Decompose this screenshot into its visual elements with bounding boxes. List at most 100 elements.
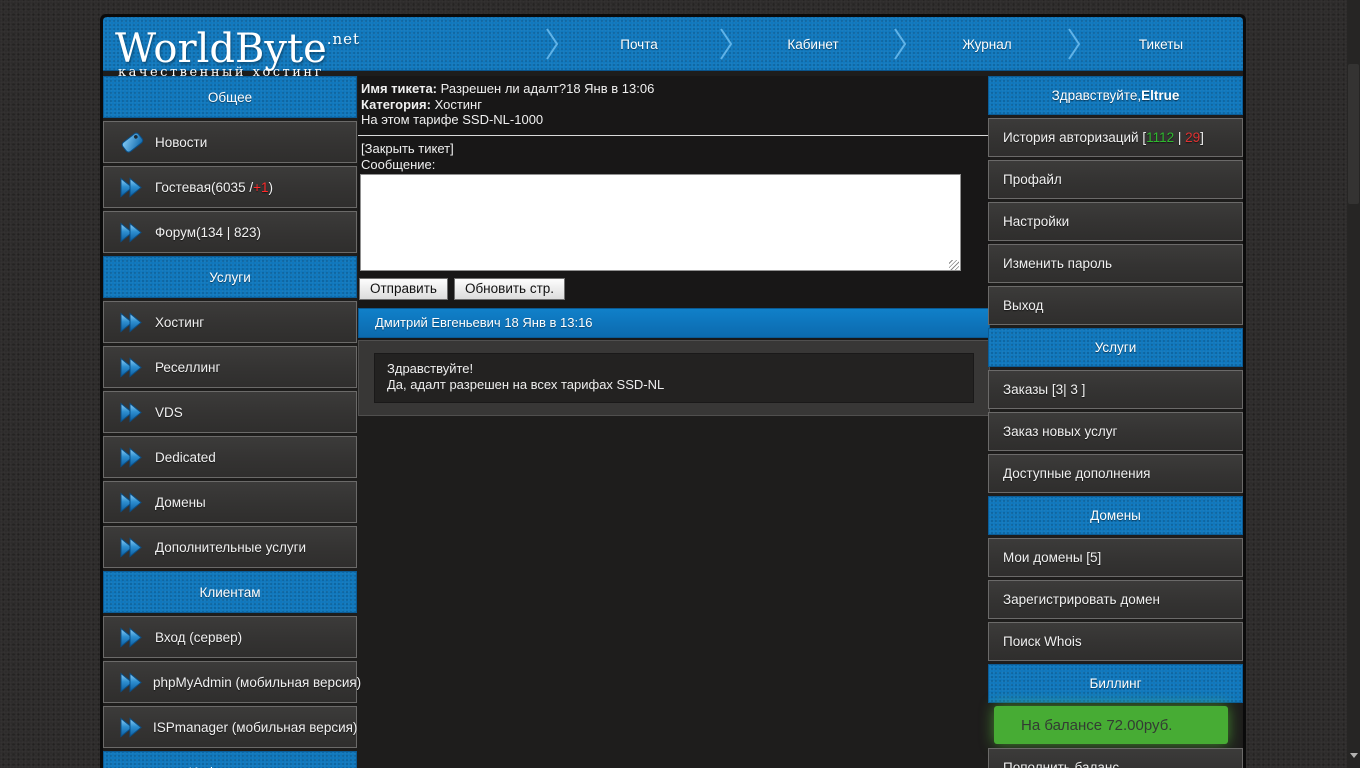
sidebar-item-label: Мои домены [5]	[1003, 550, 1101, 565]
balance-label: На балансе 72.00руб.	[1021, 717, 1172, 734]
section-header-domains: Домены	[988, 496, 1243, 535]
nav-tab-cabinet[interactable]: Кабинет	[733, 17, 893, 71]
label-segment: )	[268, 180, 273, 195]
sidebar-item-addons[interactable]: Доступные дополнения	[988, 454, 1243, 493]
label-segment: ]	[1200, 130, 1204, 145]
sidebar-item-my-domains[interactable]: Мои домены [5]	[988, 538, 1243, 577]
sidebar-item-label: Профайл	[1003, 172, 1062, 187]
sidebar-item-label: Изменить пароль	[1003, 256, 1112, 271]
scrollbar[interactable]	[1347, 0, 1360, 768]
sidebar-item-label: История авторизаций [1112 | 29]	[1003, 130, 1204, 145]
label-segment: phpMyAdmin (мобильная версия)	[153, 675, 361, 690]
fast-forward-icon	[119, 221, 149, 244]
label-segment: Заказ новых услуг	[1003, 424, 1117, 439]
ticket-panel: Имя тикета: Разрешен ли адалт?18 Янв в 1…	[358, 76, 990, 398]
close-ticket-link[interactable]: [Закрыть тикет]	[361, 141, 454, 156]
sidebar-item-label: ISPmanager (мобильная версия)	[153, 720, 357, 735]
sidebar-item-guestbook[interactable]: Гостевая(6035 /+1)	[103, 166, 357, 208]
scrollbar-down-button[interactable]	[1347, 753, 1360, 765]
label-segment: Eltrue	[1141, 88, 1179, 103]
sidebar-item-label: Новости	[155, 135, 207, 150]
label-segment: Профайл	[1003, 172, 1062, 187]
label-segment: Пополнить баланс	[1003, 760, 1119, 768]
sidebar-item-label: Форум(134 | 823)	[155, 225, 261, 240]
label-segment: 29	[1185, 130, 1200, 145]
section-header-label: Биллинг	[1089, 676, 1141, 691]
ticket-note: На этом тарифе SSD-NL-1000	[361, 112, 986, 128]
sidebar-item-reselling[interactable]: Реселлинг	[103, 346, 357, 388]
sidebar-item-label: VDS	[155, 405, 183, 420]
left-sidebar: Общее Новости Гостевая(6035 /+1) Форум(134 …	[103, 76, 357, 768]
sidebar-item-hosting[interactable]: Хостинг	[103, 301, 357, 343]
label-segment: VDS	[155, 405, 183, 420]
sidebar-item-extra-services[interactable]: Дополнительные услуги	[103, 526, 357, 568]
sidebar-item-whois-search[interactable]: Поиск Whois	[988, 622, 1243, 661]
send-button[interactable]: Отправить	[359, 278, 448, 300]
sidebar-item-register-domain[interactable]: Зарегистрировать домен	[988, 580, 1243, 619]
sidebar-item-label: Доступные дополнения	[1003, 466, 1150, 481]
logo[interactable]: WorldByte.net качественный хостинг	[115, 19, 360, 80]
section-header-label: Общее	[208, 90, 252, 105]
ticket-name-label: Имя тикета:	[361, 81, 437, 96]
sidebar-item-domains[interactable]: Домены	[103, 481, 357, 523]
tag-icon	[119, 129, 149, 155]
sidebar-item-new-order[interactable]: Заказ новых услуг	[988, 412, 1243, 451]
chevron-right-icon	[893, 17, 907, 71]
section-header-label: Информация	[189, 765, 272, 768]
label-segment: Реселлинг	[155, 360, 220, 375]
message-textarea[interactable]	[360, 174, 961, 271]
nav-tab-mail[interactable]: Почта	[559, 17, 719, 71]
fast-forward-icon	[119, 491, 149, 514]
fast-forward-icon	[119, 536, 149, 559]
nav-tab-label: Тикеты	[1139, 37, 1183, 52]
ticket-category-line: Категория: Хостинг	[361, 97, 986, 113]
sidebar-item-label: Домены	[155, 495, 206, 510]
label-segment: Зарегистрировать домен	[1003, 592, 1160, 607]
sidebar-item-label: Реселлинг	[155, 360, 220, 375]
sidebar-item-top-up-balance[interactable]: Пополнить баланс	[988, 748, 1243, 768]
sidebar-item-label: Пополнить баланс	[1003, 760, 1119, 768]
main-container: WorldByte.net качественный хостинг Почта…	[100, 14, 1246, 768]
refresh-page-button[interactable]: Обновить стр.	[454, 278, 565, 300]
nav-tab-label: Журнал	[962, 37, 1011, 52]
main-nav: Почта Кабинет Журнал Тикеты	[545, 17, 1241, 71]
sidebar-item-orders[interactable]: Заказы [3| 3 ]	[988, 370, 1243, 409]
ticket-info: Имя тикета: Разрешен ли адалт?18 Янв в 1…	[361, 81, 986, 128]
sidebar-item-auth-history[interactable]: История авторизаций [1112 | 29]	[988, 118, 1243, 157]
sidebar-item-news[interactable]: Новости	[103, 121, 357, 163]
sidebar-item-logout[interactable]: Выход	[988, 286, 1243, 325]
right-sidebar: Здравствуйте, Eltrue История авторизаций …	[988, 76, 1243, 768]
chevron-right-icon	[545, 17, 559, 71]
ticket-category-label: Категория:	[361, 97, 431, 112]
label-segment: +1	[253, 180, 268, 195]
nav-tab-label: Кабинет	[787, 37, 838, 52]
label-segment: 1112	[1146, 130, 1174, 145]
sidebar-item-phpmyadmin[interactable]: phpMyAdmin (мобильная версия)	[103, 661, 357, 703]
section-header-billing: Биллинг	[988, 664, 1243, 703]
label-segment: Выход	[1003, 298, 1043, 313]
sidebar-item-settings[interactable]: Настройки	[988, 202, 1243, 241]
scrollbar-thumb[interactable]	[1348, 64, 1359, 204]
sidebar-item-profile[interactable]: Профайл	[988, 160, 1243, 199]
textarea-wrapper	[360, 174, 961, 274]
label-segment: Доступные дополнения	[1003, 466, 1150, 481]
label-segment: Настройки	[1003, 214, 1069, 229]
sidebar-item-dedicated[interactable]: Dedicated	[103, 436, 357, 478]
sidebar-item-change-password[interactable]: Изменить пароль	[988, 244, 1243, 283]
nav-tab-journal[interactable]: Журнал	[907, 17, 1067, 71]
sidebar-item-server-login[interactable]: Вход (сервер)	[103, 616, 357, 658]
label-segment: Хостинг	[155, 315, 204, 330]
sidebar-item-label: Заказы [3| 3 ]	[1003, 382, 1085, 397]
fast-forward-icon	[119, 311, 149, 334]
fast-forward-icon	[119, 716, 147, 739]
sidebar-item-forum[interactable]: Форум(134 | 823)	[103, 211, 357, 253]
nav-tab-tickets[interactable]: Тикеты	[1081, 17, 1241, 71]
nav-tab-label: Почта	[620, 37, 658, 52]
divider	[358, 135, 990, 136]
label-segment: Домены	[155, 495, 206, 510]
section-header-information: Информация	[103, 751, 357, 768]
chevron-right-icon	[719, 17, 733, 71]
sidebar-item-vds[interactable]: VDS	[103, 391, 357, 433]
label-segment: Здравствуйте,	[1052, 88, 1141, 103]
sidebar-item-ispmanager[interactable]: ISPmanager (мобильная версия)	[103, 706, 357, 748]
